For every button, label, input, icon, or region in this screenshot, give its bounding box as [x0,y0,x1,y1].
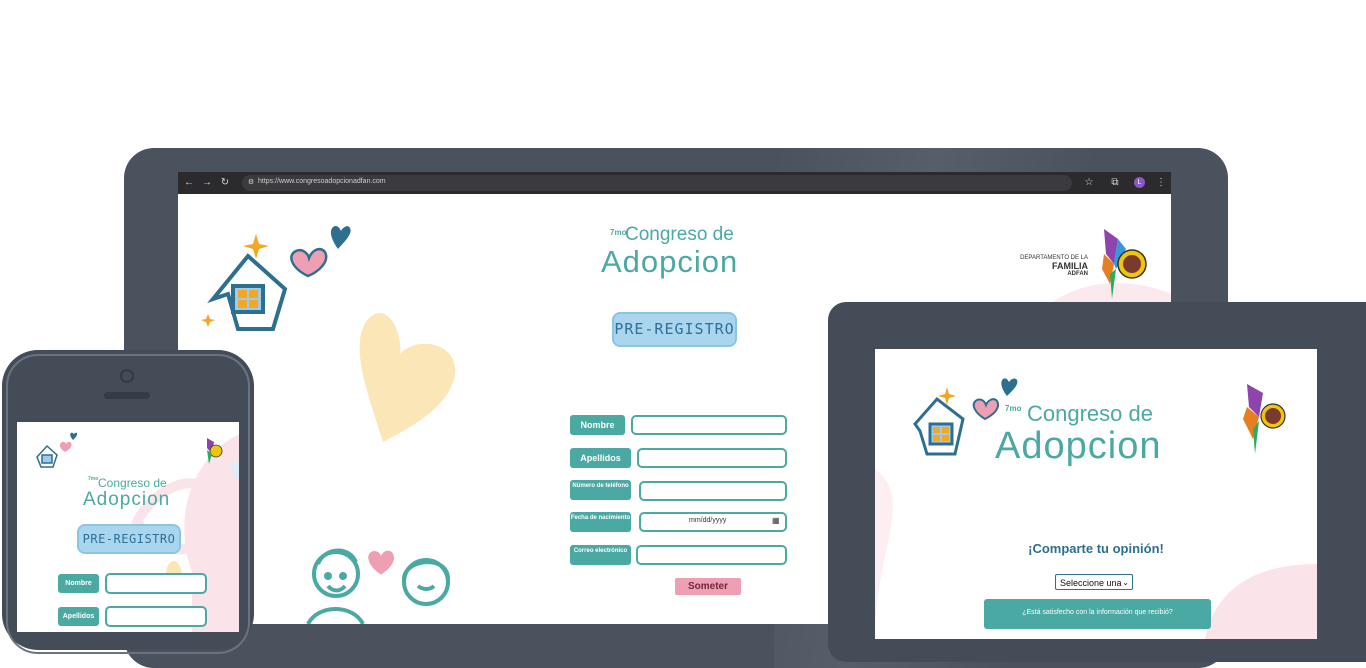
browser-menu-icon[interactable]: ⋮ [1154,176,1168,190]
site-title-line2: Adopcion [601,244,739,279]
form-label-nombre: Nombre [570,415,625,435]
form-label-correo: Correo electrónico [570,545,631,565]
tablet-edition-label: 7mo [1005,404,1022,413]
profile-avatar[interactable]: L [1134,177,1145,188]
nombre-input[interactable] [631,415,787,435]
form-label-apellidos: Apellidos [570,448,631,468]
form-label-telefono: Número de teléfono [570,480,631,500]
opinion-heading: ¡Comparte tu opinión! [1028,541,1164,556]
phone-form-label-apellidos: Apellidos [58,607,99,626]
phone-screen: 7mo Congreso de Adopcion PRE-REGISTRO No… [17,422,239,632]
extensions-icon[interactable]: ⧉ [1108,176,1122,190]
apellidos-input[interactable] [637,448,787,468]
phone-edition-label: 7mo [88,476,99,482]
department-logo-text: DEPARTAMENTO DE LA FAMILIA ADFAN [1008,254,1088,278]
phone-nombre-input[interactable] [105,573,207,594]
tablet-screen: 7mo Congreso de Adopcion ¡Comparte tu op… [875,349,1317,639]
dept-line2: FAMILIA [1052,261,1088,271]
browser-toolbar: ← → ↻ ⚙ https://www.congresoadopcionadfa… [178,172,1171,194]
back-icon[interactable]: ← [182,176,196,190]
phone-camera [120,369,134,383]
phone-speaker [104,392,150,399]
phone-form-label-nombre: Nombre [58,574,99,593]
chevron-down-icon: ⌄ [1122,578,1129,587]
dept-line3: ADFAN [1067,271,1088,277]
calendar-icon[interactable]: ▦ [772,516,780,525]
satisfaction-question: ¿Está satisfecho con la información que … [984,599,1211,629]
tablet-house-icon [913,396,965,456]
tablet-title-line1: Congreso de [1027,401,1153,426]
fecha-input[interactable]: mm/dd/yyyy ▦ [639,512,787,532]
url-text: https://www.congresoadopcionadfan.com [258,178,386,185]
phone-apellidos-input[interactable] [105,606,207,627]
forward-icon[interactable]: → [200,176,214,190]
site-info-icon[interactable]: ⚙ [244,176,258,190]
fecha-placeholder: mm/dd/yyyy [689,517,727,524]
tablet-decorations [875,378,1317,639]
bookmark-star-icon[interactable]: ☆ [1082,176,1096,190]
form-label-fecha: Fecha de nacimiento [570,512,631,532]
government-seal-icon [1102,229,1147,299]
phone-title-line2: Adopcion [83,489,171,510]
someter-button[interactable]: Someter [675,578,741,595]
edition-label: 7mo [610,228,627,237]
pre-registro-button[interactable]: PRE-REGISTRO [612,312,737,347]
correo-input[interactable] [636,545,787,565]
rating-select-value: Seleccione una [1060,578,1122,588]
tablet-title-line2: Adopcion [995,425,1162,467]
phone-title-line1: Congreso de [98,476,167,490]
rating-select[interactable]: Seleccione una ⌄ [1055,574,1133,590]
telefono-input[interactable] [639,481,787,501]
reload-icon[interactable]: ↻ [218,176,232,190]
site-title-line1: Congreso de [625,224,734,245]
phone-pre-registro-button[interactable]: PRE-REGISTRO [77,524,181,554]
